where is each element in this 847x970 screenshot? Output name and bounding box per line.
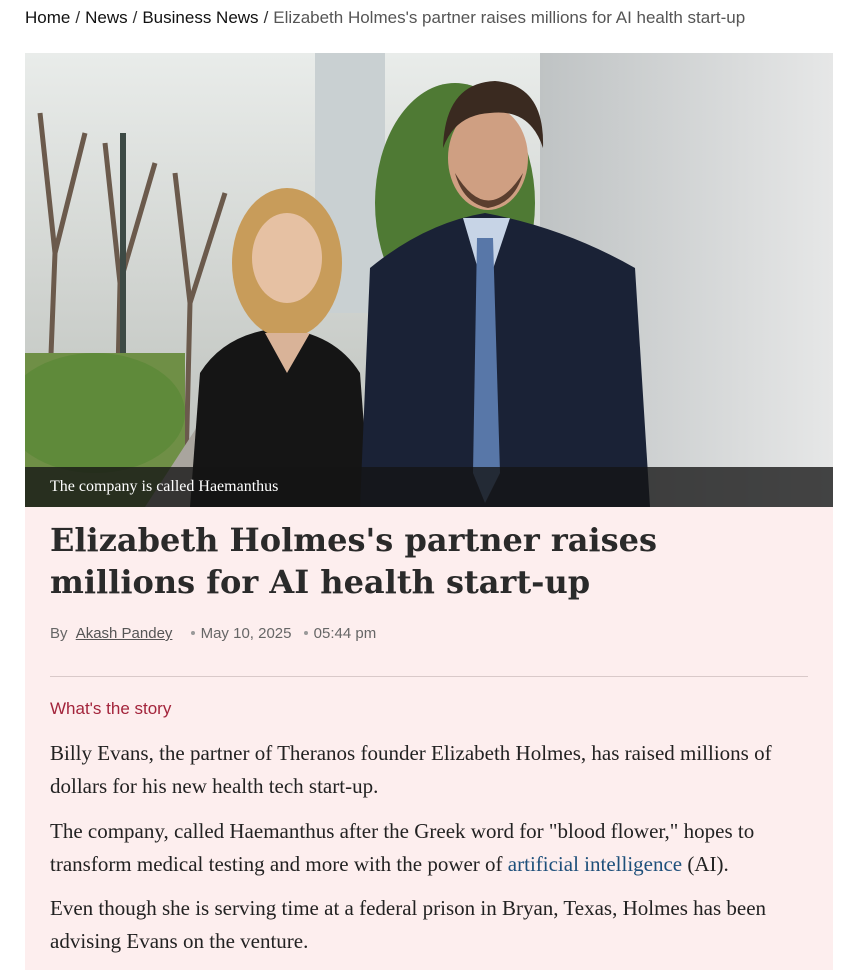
article-paragraph-2: The company, called Haemanthus after the… [50,815,820,881]
story-section-label: What's the story [50,699,172,718]
breadcrumb-home-link[interactable]: Home [25,8,70,27]
hero-caption: The company is called Haemanthus [50,478,279,495]
breadcrumb-business-news-link[interactable]: Business News [142,8,258,27]
hero-image: The company is called Haemanthus [25,53,833,507]
article-meta: By Akash Pandey May 10, 2025 05:44 pm [50,625,376,642]
paragraph-text: (AI). [682,852,729,876]
article-card: Elizabeth Holmes's partner raises millio… [25,507,833,970]
article-title: Elizabeth Holmes's partner raises millio… [50,521,657,601]
section-divider [50,676,808,677]
byline-prefix: By [50,625,68,642]
meta-separator-dot [190,631,195,635]
publish-date: May 10, 2025 [200,625,292,642]
publish-time: 05:44 pm [313,625,377,642]
breadcrumb-current-page: Elizabeth Holmes's partner raises millio… [273,8,746,27]
article-paragraph-3: Even though she is serving time at a fed… [50,896,767,953]
breadcrumb-separator: / [75,8,81,27]
breadcrumb-separator: / [263,8,269,27]
hero-caption-bar: The company is called Haemanthus [25,467,833,507]
meta-separator-dot [303,631,308,635]
breadcrumb-separator: / [132,8,138,27]
breadcrumb: Home / News / Business News / Elizabeth Holmes… [25,6,745,30]
breadcrumb-news-link[interactable]: News [85,8,128,27]
article-paragraph-1: Billy Evans, the partner of Theranos fou… [50,741,772,798]
artificial-intelligence-link[interactable]: artificial intelligence [508,852,682,876]
hero-photo-illustration [25,53,833,507]
author-link[interactable]: Akash Pandey [76,625,173,642]
